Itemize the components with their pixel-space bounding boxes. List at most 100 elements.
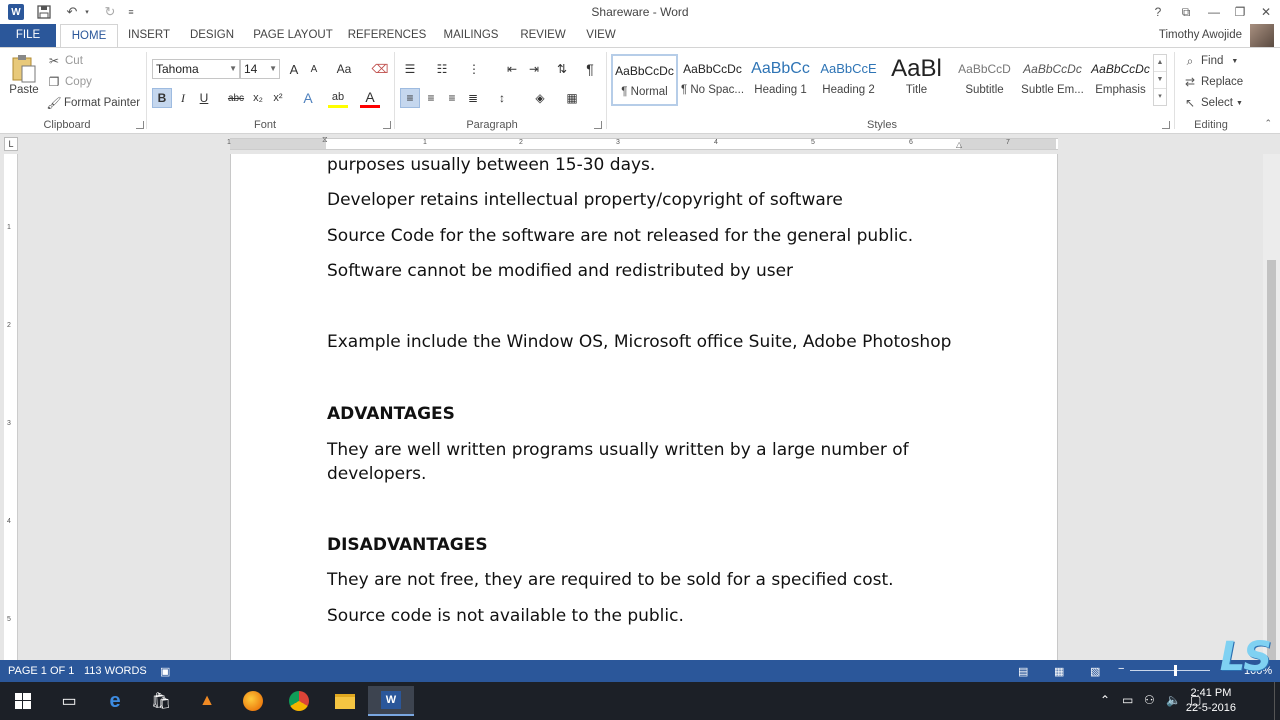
- style-normal[interactable]: AaBbCcDc ¶ Normal: [611, 54, 678, 106]
- customize-quick-access-icon[interactable]: ≡: [124, 3, 138, 21]
- line-spacing-icon[interactable]: ↕: [492, 88, 512, 108]
- tab-view[interactable]: VIEW: [580, 24, 622, 47]
- heading-advantages[interactable]: ADVANTAGES: [327, 402, 947, 426]
- vlc-icon[interactable]: ▲: [184, 686, 230, 716]
- ribbon-display-options-button[interactable]: ⧉: [1172, 2, 1200, 22]
- undo-icon[interactable]: ↶: [62, 3, 82, 21]
- tab-references[interactable]: REFERENCES: [346, 24, 428, 47]
- proofing-icon[interactable]: ▣: [160, 665, 170, 678]
- document-page[interactable]: purposes usually between 15-30 days. Dev…: [230, 154, 1058, 660]
- vertical-ruler[interactable]: 1 2 3 4 5: [4, 154, 18, 660]
- replace-button[interactable]: ⇄ Replace: [1182, 74, 1243, 90]
- paragraph[interactable]: Developer retains intellectual property/…: [327, 188, 947, 212]
- edge-browser-icon[interactable]: e: [92, 686, 138, 716]
- print-layout-icon[interactable]: ▦: [1054, 665, 1064, 678]
- grow-font-button[interactable]: A: [284, 59, 304, 79]
- tab-file[interactable]: FILE: [0, 24, 56, 47]
- change-case-button[interactable]: Aa: [330, 59, 358, 79]
- tab-insert[interactable]: INSERT: [122, 24, 176, 47]
- windows-start-icon[interactable]: [0, 686, 46, 716]
- font-launcher-icon[interactable]: [383, 121, 391, 129]
- highlight-button[interactable]: ab: [328, 88, 348, 108]
- select-button[interactable]: ↖ Select ▼: [1182, 95, 1243, 111]
- chevron-up-icon[interactable]: ▲: [1154, 55, 1166, 72]
- paragraph[interactable]: purposes usually between 15-30 days.: [327, 153, 947, 177]
- style-heading-1[interactable]: AaBbCc Heading 1: [747, 54, 814, 106]
- style-heading-2[interactable]: AaBbCcE Heading 2: [815, 54, 882, 106]
- volume-icon[interactable]: 🔈: [1166, 693, 1181, 707]
- sort-icon[interactable]: ⇅: [552, 59, 572, 79]
- paragraph[interactable]: Source code is not available to the publ…: [327, 604, 947, 628]
- justify-icon[interactable]: ≣: [463, 88, 483, 108]
- paragraph[interactable]: Software cannot be modified and redistri…: [327, 259, 947, 283]
- system-clock[interactable]: 2:41 PM 22-5-2016: [1186, 686, 1236, 716]
- battery-icon[interactable]: ▭: [1122, 693, 1133, 707]
- cut-button[interactable]: ✂ Cut: [46, 53, 83, 69]
- chevron-down-icon[interactable]: ▼: [1154, 72, 1166, 89]
- numbering-icon[interactable]: ☷: [432, 59, 452, 79]
- maximize-button[interactable]: ❐: [1226, 2, 1254, 22]
- clear-formatting-icon[interactable]: ⌫: [370, 59, 390, 79]
- align-right-icon[interactable]: ≡: [442, 88, 462, 108]
- bullets-icon[interactable]: ☰: [400, 59, 420, 79]
- style-subtitle[interactable]: AaBbCcD Subtitle: [951, 54, 1018, 106]
- strikethrough-button[interactable]: abc: [224, 88, 248, 108]
- read-mode-icon[interactable]: ▤: [1018, 665, 1028, 678]
- zoom-slider-knob[interactable]: [1174, 665, 1177, 676]
- store-icon[interactable]: 🛍: [138, 686, 184, 716]
- indent-marker-icon[interactable]: ⧖: [322, 135, 328, 145]
- shading-icon[interactable]: ◈: [530, 88, 550, 108]
- show-marks-button[interactable]: ¶: [580, 59, 600, 79]
- tab-page-layout[interactable]: PAGE LAYOUT: [248, 24, 338, 47]
- horizontal-ruler[interactable]: 1 1 2 3 4 5 6 7 ⧖ △: [227, 135, 1058, 150]
- minimize-button[interactable]: —: [1200, 2, 1228, 22]
- firefox-icon[interactable]: [230, 686, 276, 716]
- tab-review[interactable]: REVIEW: [514, 24, 572, 47]
- tab-selector[interactable]: L: [4, 137, 18, 151]
- bold-button[interactable]: B: [152, 88, 172, 108]
- more-styles-icon[interactable]: ▾: [1154, 89, 1166, 106]
- right-indent-marker-icon[interactable]: △: [956, 140, 962, 149]
- network-icon[interactable]: ⚇: [1144, 693, 1155, 707]
- help-button[interactable]: ?: [1144, 2, 1172, 22]
- styles-launcher-icon[interactable]: [1162, 121, 1170, 129]
- clipboard-launcher-icon[interactable]: [136, 121, 144, 129]
- file-explorer-icon[interactable]: [322, 686, 368, 716]
- save-icon[interactable]: [34, 3, 54, 21]
- vertical-scrollbar[interactable]: [1263, 154, 1280, 660]
- style-emphasis[interactable]: AaBbCcDc Emphasis: [1087, 54, 1154, 106]
- find-button[interactable]: ⌕ Find ▼: [1182, 53, 1239, 69]
- zoom-slider[interactable]: [1130, 670, 1210, 671]
- align-center-icon[interactable]: ≡: [421, 88, 441, 108]
- style-subtle-emphasis[interactable]: AaBbCcDc Subtle Em...: [1019, 54, 1086, 106]
- page-count[interactable]: PAGE 1 OF 1: [8, 665, 74, 677]
- paragraph-launcher-icon[interactable]: [594, 121, 602, 129]
- tab-home[interactable]: HOME: [60, 24, 118, 47]
- copy-button[interactable]: ❐ Copy: [46, 74, 92, 90]
- superscript-button[interactable]: x²: [268, 88, 288, 108]
- italic-button[interactable]: I: [173, 88, 193, 108]
- style-title[interactable]: AaBl Title: [883, 54, 950, 106]
- text-effects-button[interactable]: A: [298, 88, 318, 108]
- avatar[interactable]: [1250, 24, 1274, 47]
- font-color-button[interactable]: A: [360, 88, 380, 108]
- align-left-icon[interactable]: ≡: [400, 88, 420, 108]
- font-size-combo[interactable]: 14 ▼: [240, 59, 280, 79]
- collapse-ribbon-icon[interactable]: ⌃: [1264, 118, 1272, 129]
- borders-icon[interactable]: ▦: [562, 88, 582, 108]
- styles-gallery-scroll[interactable]: ▲ ▼ ▾: [1153, 54, 1167, 106]
- show-desktop-button[interactable]: [1274, 682, 1280, 720]
- word-taskbar-icon[interactable]: W: [368, 686, 414, 716]
- format-painter-button[interactable]: 🖌 Format Painter: [46, 95, 140, 111]
- subscript-button[interactable]: x₂: [248, 88, 268, 108]
- tab-design[interactable]: DESIGN: [184, 24, 240, 47]
- paragraph[interactable]: They are not free, they are required to …: [327, 568, 967, 592]
- tab-mailings[interactable]: MAILINGS: [436, 24, 506, 47]
- show-hidden-icons-icon[interactable]: ⌃: [1100, 693, 1110, 707]
- decrease-indent-icon[interactable]: ⇤: [502, 59, 522, 79]
- redo-icon[interactable]: ↻: [100, 3, 120, 21]
- scrollbar-thumb[interactable]: [1267, 260, 1276, 660]
- close-button[interactable]: ✕: [1252, 2, 1280, 22]
- zoom-out-icon[interactable]: −: [1118, 663, 1124, 675]
- undo-dropdown-icon[interactable]: ▾: [82, 3, 92, 21]
